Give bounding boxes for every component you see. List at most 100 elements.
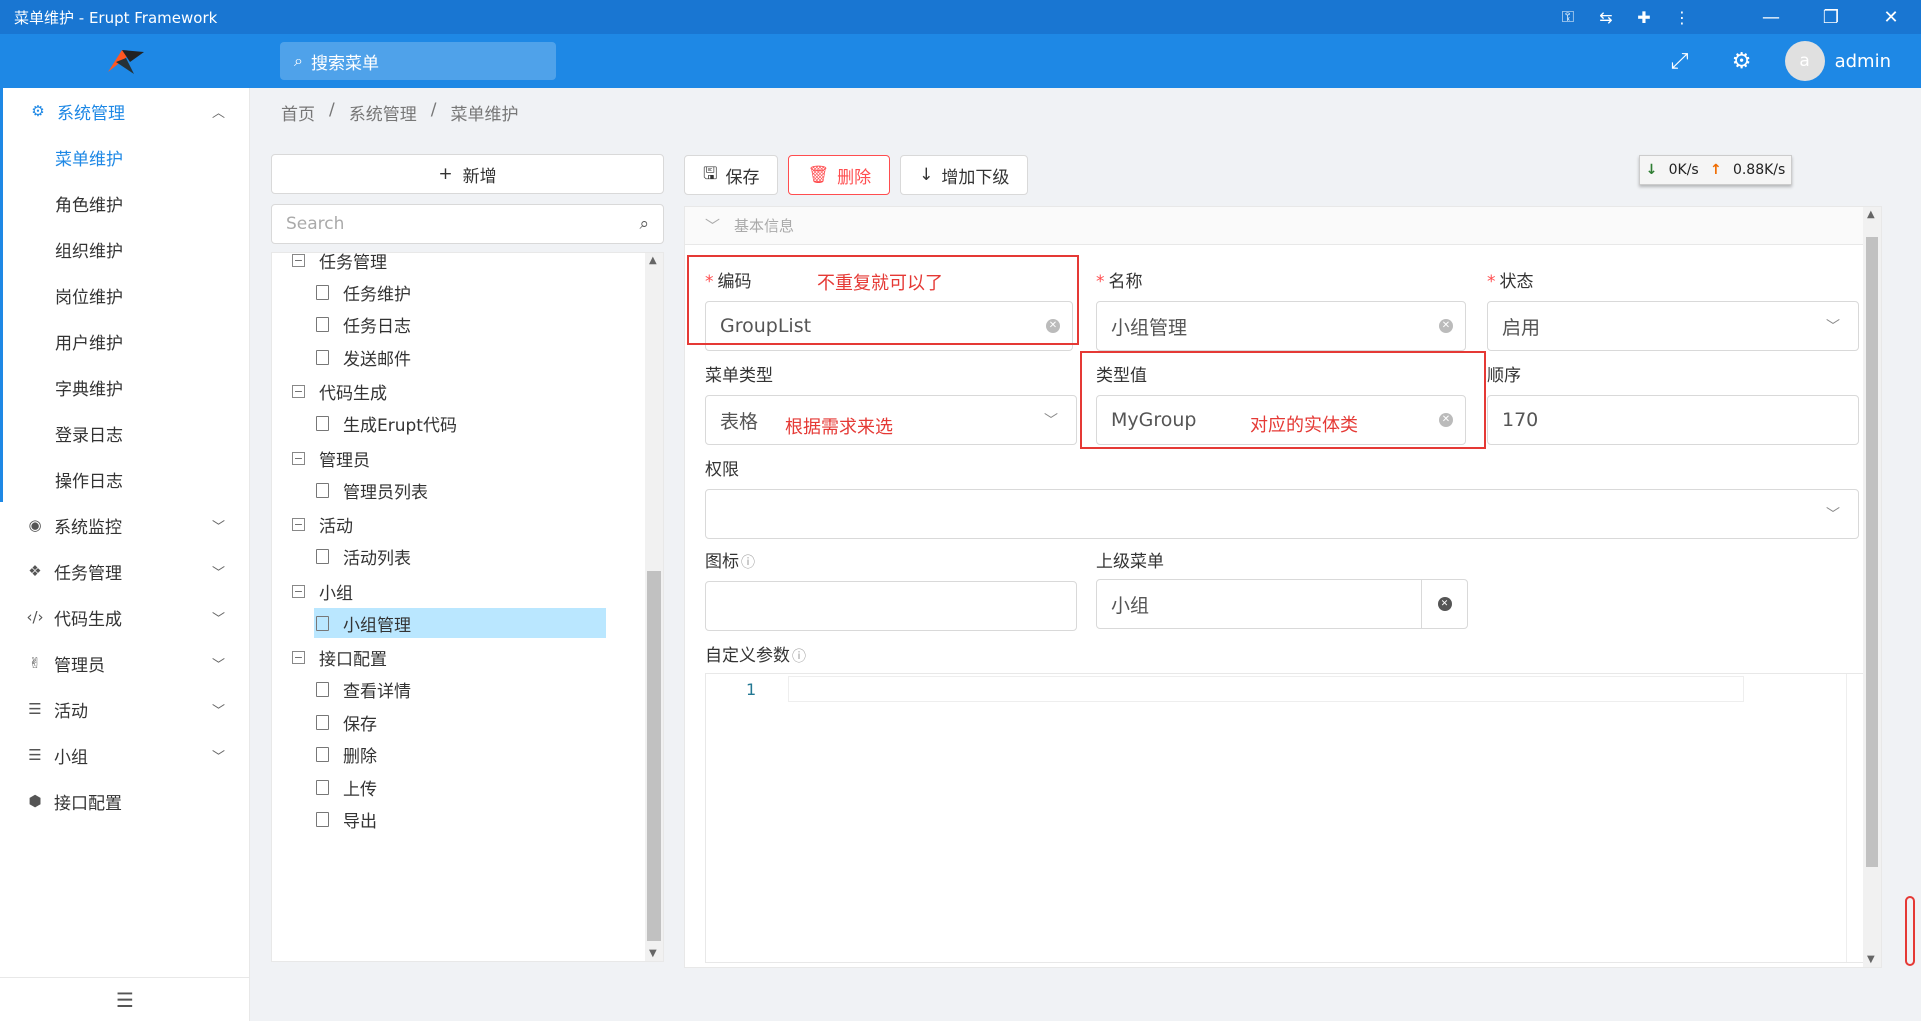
- collapse-toggle-icon[interactable]: −: [292, 253, 305, 267]
- breadcrumb-home[interactable]: 首页: [281, 100, 315, 125]
- form-scrollbar[interactable]: ▲ ▼: [1863, 207, 1881, 967]
- tree-leaf[interactable]: 任务维护: [314, 277, 421, 307]
- editor-current-line[interactable]: [788, 676, 1744, 702]
- erupt-logo-icon: [108, 50, 144, 74]
- tree-leaf[interactable]: 小组管理: [314, 608, 606, 638]
- sidebar-item-post-maintenance[interactable]: 岗位维护: [3, 272, 249, 318]
- tree-label: 管理员: [319, 450, 370, 471]
- parent-menu-field[interactable]: 小组 ✕: [1096, 579, 1468, 629]
- scroll-down-arrow-icon[interactable]: ▼: [649, 948, 657, 959]
- tree-scrollbar-thumb[interactable]: [647, 571, 661, 941]
- tree-node[interactable]: − 管理员: [292, 441, 370, 475]
- tree-node[interactable]: − 任务管理: [292, 253, 387, 277]
- menu-search-input[interactable]: ⌕ 搜索菜单: [280, 42, 556, 80]
- form-scrollbar-thumb[interactable]: [1866, 237, 1878, 867]
- username[interactable]: admin: [1835, 51, 1891, 72]
- fullscreen-icon[interactable]: ⤢: [1649, 34, 1711, 88]
- tree-leaf[interactable]: 生成Erupt代码: [314, 409, 467, 439]
- sidebar-item-task-management[interactable]: ❖ 任务管理 ﹀: [0, 548, 249, 594]
- collapse-toggle-icon[interactable]: −: [292, 451, 305, 465]
- tree-leaf[interactable]: 活动列表: [314, 542, 421, 572]
- permission-select[interactable]: ﹀: [705, 489, 1859, 539]
- collapse-toggle-icon[interactable]: −: [292, 584, 305, 598]
- collapse-toggle-icon[interactable]: −: [292, 385, 305, 398]
- clear-icon: ✕: [1437, 597, 1452, 611]
- arrow-down-icon: ↓: [919, 165, 934, 185]
- icon-field[interactable]: [705, 581, 1077, 631]
- section-header[interactable]: ﹀ 基本信息: [685, 207, 1881, 245]
- sidebar-item-user-maintenance[interactable]: 用户维护: [3, 318, 249, 364]
- tree-leaf[interactable]: 保存: [314, 707, 387, 737]
- scroll-up-arrow-icon[interactable]: ▲: [649, 255, 657, 266]
- tree-leaf[interactable]: 查看详情: [314, 675, 421, 705]
- settings-gear-icon[interactable]: ⚙: [1711, 34, 1773, 88]
- key-icon[interactable]: ⚿: [1549, 0, 1587, 34]
- tree-leaf[interactable]: 上传: [314, 772, 387, 802]
- clear-parent-button[interactable]: ✕: [1421, 580, 1467, 628]
- logo[interactable]: [0, 34, 250, 88]
- collapse-sidebar-icon[interactable]: ☰: [0, 977, 250, 1021]
- delete-button[interactable]: 🗑 删除: [788, 155, 891, 195]
- name-label: * 名称: [1096, 272, 1143, 292]
- sidebar-item-operation-log[interactable]: 操作日志: [3, 456, 249, 502]
- sidebar-item-admin[interactable]: ✌ 管理员 ﹀: [0, 640, 249, 686]
- help-icon: ⓘ: [792, 649, 806, 665]
- page-scrollbar-thumb[interactable]: [1905, 896, 1915, 966]
- sidebar-item-role-maintenance[interactable]: 角色维护: [3, 180, 249, 226]
- scroll-up-arrow-icon[interactable]: ▲: [1867, 209, 1875, 220]
- order-field[interactable]: 170: [1487, 395, 1859, 445]
- collapse-toggle-icon[interactable]: −: [292, 651, 305, 664]
- sidebar-item-menu-maintenance[interactable]: 菜单维护: [3, 134, 249, 180]
- sidebar-item-dict-maintenance[interactable]: 字典维护: [3, 364, 249, 410]
- tree-node[interactable]: − 活动: [292, 508, 353, 542]
- chevron-down-icon: ﹀: [211, 703, 225, 719]
- sidebar-item-group[interactable]: ☰ 小组 ﹀: [0, 732, 249, 778]
- extension-icon[interactable]: ✚: [1625, 0, 1663, 34]
- tree-search-input[interactable]: Search ⌕: [271, 204, 664, 244]
- tree-leaf[interactable]: 管理员列表: [314, 475, 438, 505]
- tree-node[interactable]: − 小组: [292, 574, 353, 608]
- chevron-down-icon: ﹀: [1826, 319, 1840, 335]
- name-field[interactable]: 小组管理 ✕: [1096, 301, 1466, 351]
- sidebar-item-org-maintenance[interactable]: 组织维护: [3, 226, 249, 272]
- more-menu-icon[interactable]: ⋮: [1663, 0, 1701, 34]
- avatar[interactable]: a: [1784, 41, 1825, 81]
- tree-node[interactable]: − 接口配置: [292, 641, 387, 675]
- restore-button[interactable]: ❐: [1801, 0, 1861, 34]
- status-select[interactable]: 启用 ﹀: [1487, 301, 1859, 351]
- sidebar-item-login-log[interactable]: 登录日志: [3, 410, 249, 456]
- clear-icon[interactable]: ✕: [1439, 319, 1453, 333]
- sidebar-item-system-monitor[interactable]: ◉ 系统监控 ﹀: [0, 502, 249, 548]
- close-window-button[interactable]: ✕: [1861, 0, 1921, 34]
- tree-label: 删除: [343, 747, 377, 767]
- tree-label: 小组管理: [343, 615, 411, 636]
- save-label: 保存: [725, 167, 760, 188]
- tree-leaf[interactable]: 导出: [314, 805, 387, 835]
- sidebar-item-activity[interactable]: ☰ 活动 ﹀: [0, 686, 249, 732]
- tree-node[interactable]: − 代码生成: [292, 375, 387, 409]
- translate-icon[interactable]: ⇆: [1587, 0, 1625, 34]
- editor-scrollbar[interactable]: [1846, 674, 1864, 962]
- add-button[interactable]: + 新增: [271, 154, 664, 194]
- sidebar-item-api-config[interactable]: ⬢ 接口配置: [0, 778, 249, 824]
- window-title: 菜单维护 - Erupt Framework: [14, 8, 218, 27]
- menu-tree-panel: + 新增 Search ⌕ ▲ ▼ − 任务管理 任务维护任务日志发送邮件 − 代码生成…: [271, 154, 664, 970]
- custom-params-editor[interactable]: 1: [705, 673, 1865, 963]
- scroll-down-arrow-icon[interactable]: ▼: [1867, 954, 1875, 965]
- tree-leaf[interactable]: 任务日志: [314, 310, 421, 340]
- add-child-button[interactable]: ↓ 增加下级: [900, 155, 1029, 195]
- sidebar-item-label: 小组: [54, 747, 88, 768]
- sidebar-item-code-gen[interactable]: ‹/› 代码生成 ﹀: [0, 594, 249, 640]
- chevron-down-icon: ﹀: [211, 565, 225, 581]
- collapse-toggle-icon[interactable]: −: [292, 518, 305, 531]
- minimize-button[interactable]: —: [1741, 0, 1801, 34]
- tree-leaf[interactable]: 发送邮件: [314, 342, 421, 372]
- tree-leaf[interactable]: 删除: [314, 740, 387, 770]
- tree-scrollbar[interactable]: ▲ ▼: [645, 253, 663, 961]
- breadcrumb-system-management[interactable]: 系统管理: [349, 100, 417, 125]
- tree-label: 活动列表: [343, 549, 411, 569]
- cubes-icon: ❖: [28, 562, 42, 580]
- tree-label: 任务日志: [343, 317, 411, 337]
- sidebar-item-system-management[interactable]: ⚙ 系统管理 ︿: [3, 88, 249, 134]
- save-button[interactable]: 🖫 保存: [684, 155, 779, 195]
